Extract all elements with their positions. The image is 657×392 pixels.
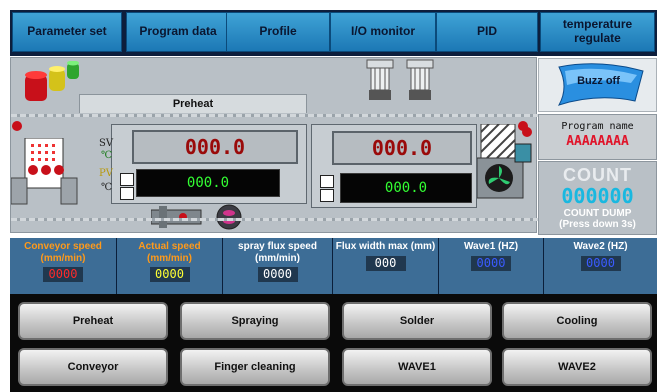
wave2-button[interactable]: WAVE2: [502, 348, 652, 386]
wave1-value[interactable]: 0000: [471, 255, 511, 271]
flux-width-max-value[interactable]: 000: [365, 255, 406, 271]
count-dump-label: COUNT DUMP: [563, 208, 632, 219]
wave2-value[interactable]: 0000: [580, 255, 621, 271]
tab-profile[interactable]: Profile: [226, 12, 330, 52]
spray-head-icon: [366, 59, 434, 100]
wave2-button-label: WAVE2: [558, 361, 596, 373]
actual-speed-cell: Actual speed (mm/min) 0000: [117, 238, 223, 294]
pv-label: PV: [99, 168, 113, 179]
zone2-indicator-2: [320, 189, 334, 202]
wave2-label: Wave2 (HZ): [573, 241, 628, 252]
fan-motor-icon: [477, 124, 532, 199]
wave2-cell: Wave2 (HZ) 0000: [544, 238, 657, 294]
tab-program-data[interactable]: Program data: [126, 12, 230, 52]
spraying-button-label: Spraying: [231, 315, 279, 327]
machine-panel: Preheat 000.0 000.0 SV ℃ PV ℃ 000.0 000.…: [10, 57, 538, 233]
finger-cleaning-button[interactable]: Finger cleaning: [180, 348, 330, 386]
count-value: 000000: [561, 184, 634, 208]
tab-parameter-set[interactable]: Parameter set: [12, 12, 122, 52]
program-name-label: Program name: [561, 121, 634, 132]
pump-icon: [151, 204, 242, 230]
status-row: Conveyor speed (mm/min) 0000 Actual spee…: [10, 238, 657, 294]
conveyor-button-label: Conveyor: [67, 361, 119, 373]
solder-button[interactable]: Solder: [342, 302, 492, 340]
top-nav: Parameter set Program data Profile I/O m…: [10, 10, 657, 56]
zone1-indicator-1: [120, 173, 134, 186]
preheat-button-label: Preheat: [72, 315, 114, 327]
tab-temperature-regulate[interactable]: temperature regulate: [540, 12, 655, 52]
heater-icon: [11, 138, 78, 205]
wave1-button-label: WAVE1: [398, 361, 436, 373]
buzz-off-label: Buzz off: [577, 75, 620, 87]
zone1-indicator-2: [120, 187, 134, 200]
buzz-off-button[interactable]: Buzz off: [538, 58, 657, 112]
zone1-sv-display[interactable]: 000.0: [132, 130, 298, 164]
zone1-pv-display: 000.0: [136, 169, 280, 197]
cooling-button-label: Cooling: [556, 315, 598, 327]
flux-width-max-cell: Flux width max (mm) 000: [333, 238, 439, 294]
sv-label: SV: [99, 138, 114, 149]
spray-flux-speed-value[interactable]: 0000: [257, 267, 298, 282]
count-title: COUNT: [563, 165, 632, 185]
cooling-button[interactable]: Cooling: [502, 302, 652, 340]
count-panel[interactable]: COUNT 000000 COUNT DUMP (Press down 3s): [538, 161, 657, 235]
flux-width-max-label: Flux width max (mm): [335, 241, 436, 252]
conveyor-rail: [11, 114, 538, 117]
program-name-panel: Program name AAAAAAAA: [538, 114, 657, 160]
zone2-controller: 000.0 000.0: [311, 124, 477, 208]
tab-pid[interactable]: PID: [436, 12, 538, 52]
rail-bolts: [12, 121, 528, 131]
zone1-controller: 000.0 000.0: [111, 124, 307, 204]
pv-unit: ℃: [101, 182, 113, 193]
program-name-value[interactable]: AAAAAAAA: [539, 134, 656, 149]
count-dump-hint: (Press down 3s): [559, 219, 636, 230]
conveyor-speed-value[interactable]: 0000: [43, 267, 83, 282]
wave1-cell: Wave1 (HZ) 0000: [439, 238, 544, 294]
hmi-screen: Parameter set Program data Profile I/O m…: [0, 0, 657, 392]
zone2-sv-display[interactable]: 000.0: [332, 131, 472, 165]
function-buttons: Preheat Spraying Solder Cooling Conveyor…: [10, 294, 657, 392]
actual-speed-label: Actual speed (mm/min): [138, 241, 201, 264]
zone2-pv-display: 000.0: [340, 173, 472, 203]
wave1-button[interactable]: WAVE1: [342, 348, 492, 386]
preheat-button[interactable]: Preheat: [18, 302, 168, 340]
signal-lamp-icon: [25, 61, 79, 101]
conveyor-speed-label: Conveyor speed (mm/min): [24, 241, 102, 264]
conveyor-speed-cell: Conveyor speed (mm/min) 0000: [10, 238, 117, 294]
spray-flux-speed-label: spray flux speed (mm/min): [238, 241, 317, 264]
spray-flux-speed-cell: spray flux speed (mm/min) 0000: [223, 238, 333, 294]
tab-io-monitor[interactable]: I/O monitor: [330, 12, 436, 52]
finger-cleaning-button-label: Finger cleaning: [214, 361, 296, 373]
wave1-label: Wave1 (HZ): [463, 241, 519, 252]
conveyor-rail-bottom-segment: [11, 218, 171, 221]
spraying-button[interactable]: Spraying: [180, 302, 330, 340]
solder-button-label: Solder: [399, 315, 435, 327]
zone2-indicator-1: [320, 175, 334, 188]
actual-speed-value: 0000: [149, 267, 190, 282]
zone-title: Preheat: [79, 94, 307, 113]
conveyor-button[interactable]: Conveyor: [18, 348, 168, 386]
sv-unit: ℃: [101, 150, 113, 161]
